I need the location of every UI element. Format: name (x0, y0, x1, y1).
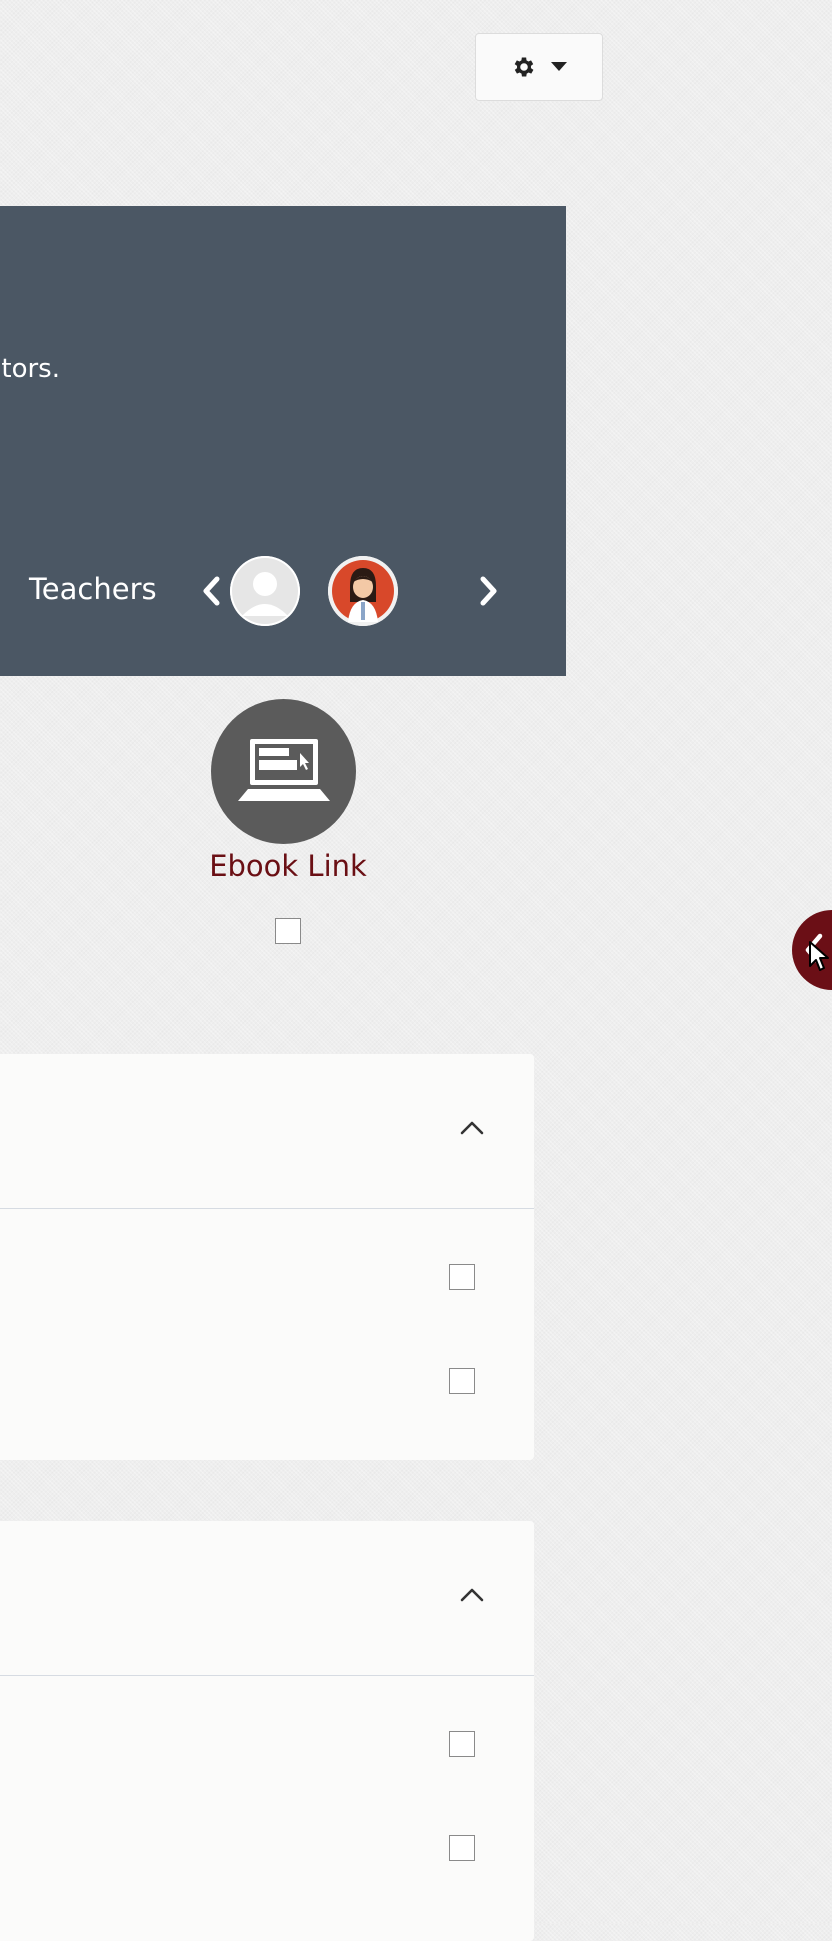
course-section-card (0, 1521, 534, 1941)
collapse-chevron-up-icon[interactable] (456, 1112, 488, 1144)
laptop-icon (236, 737, 332, 807)
teacher-avatar-default[interactable] (230, 556, 300, 626)
activity-completion-checkbox[interactable] (449, 1835, 475, 1861)
collapse-chevron-up-icon[interactable] (456, 1579, 488, 1611)
ebook-link-label[interactable]: Ebook Link (188, 849, 388, 883)
course-section-card (0, 1054, 534, 1460)
chevron-left-icon (802, 932, 826, 972)
teacher-avatar-illustrated[interactable] (328, 556, 398, 626)
drawer-toggle-button[interactable] (792, 910, 832, 990)
teachers-label: Teachers (29, 572, 157, 606)
gear-icon (511, 54, 537, 80)
activity-completion-checkbox[interactable] (449, 1731, 475, 1757)
teachers-prev-chevron-icon[interactable] (196, 571, 226, 611)
course-description-text: tors. (1, 354, 60, 384)
ebook-completion-checkbox[interactable] (275, 918, 301, 944)
section-header[interactable] (0, 1521, 534, 1676)
settings-menu-button[interactable] (475, 33, 603, 101)
activity-completion-checkbox[interactable] (449, 1368, 475, 1394)
teachers-next-chevron-icon[interactable] (474, 571, 504, 611)
caret-down-icon (551, 62, 567, 72)
ebook-link-button[interactable] (211, 699, 356, 844)
activity-completion-checkbox[interactable] (449, 1264, 475, 1290)
section-header[interactable] (0, 1054, 534, 1209)
